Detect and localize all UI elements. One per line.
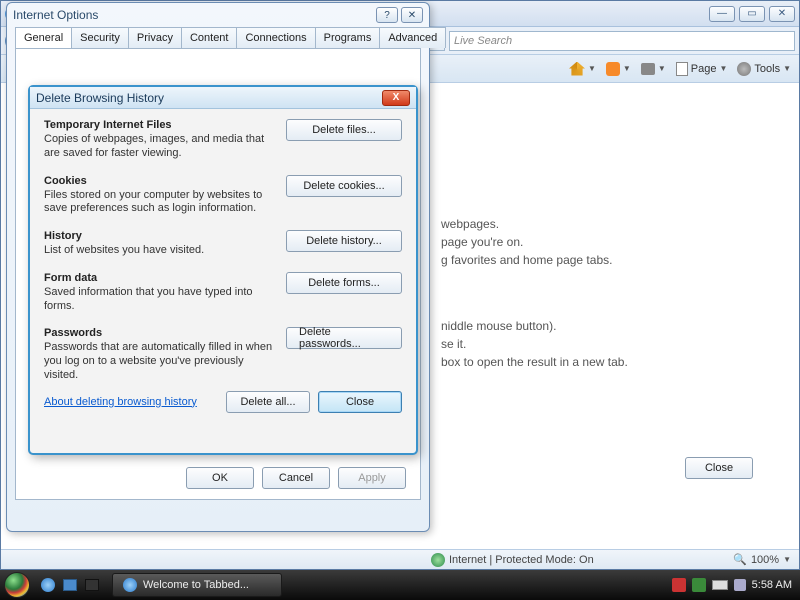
io-close-button[interactable]: ✕ — [401, 7, 423, 23]
cancel-button[interactable]: Cancel — [262, 467, 330, 489]
tray-network-icon[interactable] — [692, 578, 706, 592]
description: Files stored on your computer by website… — [44, 189, 278, 217]
tab-general[interactable]: General — [15, 27, 72, 48]
delete-browsing-history-dialog: Delete Browsing History X Temporary Inte… — [28, 85, 418, 455]
tray-battery-icon[interactable] — [712, 580, 728, 590]
taskbar: Welcome to Tabbed... 5:58 AM — [0, 570, 800, 600]
section-temp-files: Temporary Internet Files Copies of webpag… — [44, 119, 402, 161]
ok-button[interactable]: OK — [186, 467, 254, 489]
print-button[interactable]: ▼ — [641, 63, 666, 75]
content-close-button[interactable]: Close — [685, 457, 753, 479]
ql-switch[interactable] — [82, 574, 102, 596]
heading: Cookies — [44, 175, 278, 187]
ie-icon — [41, 578, 55, 592]
io-title-text: Internet Options — [13, 8, 373, 22]
delete-cookies-button[interactable]: Delete cookies... — [286, 175, 402, 197]
desktop-icon — [63, 579, 77, 591]
page-icon — [676, 62, 688, 76]
task-label: Welcome to Tabbed... — [143, 579, 249, 591]
maximize-button[interactable]: ▭ — [739, 6, 765, 22]
quick-launch — [34, 574, 106, 596]
home-button[interactable]: ▼ — [569, 62, 596, 76]
start-button[interactable] — [0, 570, 34, 600]
delete-passwords-button[interactable]: Delete passwords... — [286, 327, 402, 349]
security-zone: Internet | Protected Mode: On — [421, 553, 604, 567]
description: Saved information that you have typed in… — [44, 286, 278, 314]
content-line: webpages. — [441, 217, 759, 231]
heading: Temporary Internet Files — [44, 119, 278, 131]
content-line: se it. — [441, 337, 759, 351]
globe-icon — [431, 553, 445, 567]
close-button[interactable]: ✕ — [769, 6, 795, 22]
tab-connections[interactable]: Connections — [236, 27, 315, 48]
system-tray: 5:58 AM — [664, 578, 800, 592]
ql-desktop[interactable] — [60, 574, 80, 596]
description: List of websites you have visited. — [44, 244, 278, 258]
windows-orb-icon — [4, 572, 30, 598]
dbh-titlebar: Delete Browsing History X — [30, 87, 416, 109]
tools-menu[interactable]: Tools▼ — [737, 62, 791, 76]
ql-ie[interactable] — [38, 574, 58, 596]
page-label: Page — [691, 63, 717, 75]
minimize-button[interactable]: — — [709, 6, 735, 22]
status-text: Internet | Protected Mode: On — [449, 554, 594, 566]
delete-forms-button[interactable]: Delete forms... — [286, 272, 402, 294]
heading: Form data — [44, 272, 278, 284]
status-bar: Internet | Protected Mode: On 🔍 100% ▼ — [1, 549, 799, 569]
content-line: page you're on. — [441, 235, 759, 249]
clock[interactable]: 5:58 AM — [752, 579, 792, 591]
page-menu[interactable]: Page▼ — [676, 62, 728, 76]
heading: Passwords — [44, 327, 278, 339]
zoom-value: 100% — [751, 554, 779, 566]
search-input[interactable]: Live Search — [449, 31, 795, 51]
delete-all-button[interactable]: Delete all... — [226, 391, 310, 413]
switch-icon — [85, 579, 99, 591]
section-history: History List of websites you have visited… — [44, 230, 402, 258]
tools-label: Tools — [754, 63, 780, 75]
zoom-control[interactable]: 🔍 100% ▼ — [723, 553, 799, 566]
delete-history-button[interactable]: Delete history... — [286, 230, 402, 252]
dbh-title-text: Delete Browsing History — [36, 91, 382, 105]
io-tabs: General Security Privacy Content Connect… — [7, 27, 429, 48]
ie-icon — [123, 578, 137, 592]
rss-icon — [606, 62, 620, 76]
tab-programs[interactable]: Programs — [315, 27, 381, 48]
section-passwords: Passwords Passwords that are automaticall… — [44, 327, 402, 382]
tray-volume-icon[interactable] — [734, 579, 746, 591]
content-line: niddle mouse button). — [441, 319, 759, 333]
content-line: box to open the result in a new tab. — [441, 355, 759, 369]
dbh-body: Temporary Internet Files Copies of webpag… — [30, 109, 416, 421]
print-icon — [641, 63, 655, 75]
delete-files-button[interactable]: Delete files... — [286, 119, 402, 141]
help-button[interactable]: ? — [376, 7, 398, 23]
apply-button[interactable]: Apply — [338, 467, 406, 489]
feeds-button[interactable]: ▼ — [606, 62, 631, 76]
tab-advanced[interactable]: Advanced — [379, 27, 446, 48]
description: Copies of webpages, images, and media th… — [44, 133, 278, 161]
tray-security-icon[interactable] — [672, 578, 686, 592]
tab-privacy[interactable]: Privacy — [128, 27, 182, 48]
about-link[interactable]: About deleting browsing history — [44, 396, 197, 408]
content-line: g favorites and home page tabs. — [441, 253, 759, 267]
section-form-data: Form data Saved information that you have… — [44, 272, 402, 314]
dbh-close-button[interactable]: Close — [318, 391, 402, 413]
dbh-footer: About deleting browsing history Delete a… — [44, 391, 402, 413]
gear-icon — [737, 62, 751, 76]
tab-content[interactable]: Content — [181, 27, 238, 48]
description: Passwords that are automatically filled … — [44, 341, 278, 382]
dbh-close-x[interactable]: X — [382, 90, 410, 106]
home-icon — [569, 62, 585, 76]
task-ie-window[interactable]: Welcome to Tabbed... — [112, 573, 282, 597]
heading: History — [44, 230, 278, 242]
search-placeholder: Live Search — [454, 35, 512, 47]
io-titlebar: Internet Options ? ✕ — [7, 3, 429, 27]
tab-security[interactable]: Security — [71, 27, 129, 48]
section-cookies: Cookies Files stored on your computer by … — [44, 175, 402, 217]
